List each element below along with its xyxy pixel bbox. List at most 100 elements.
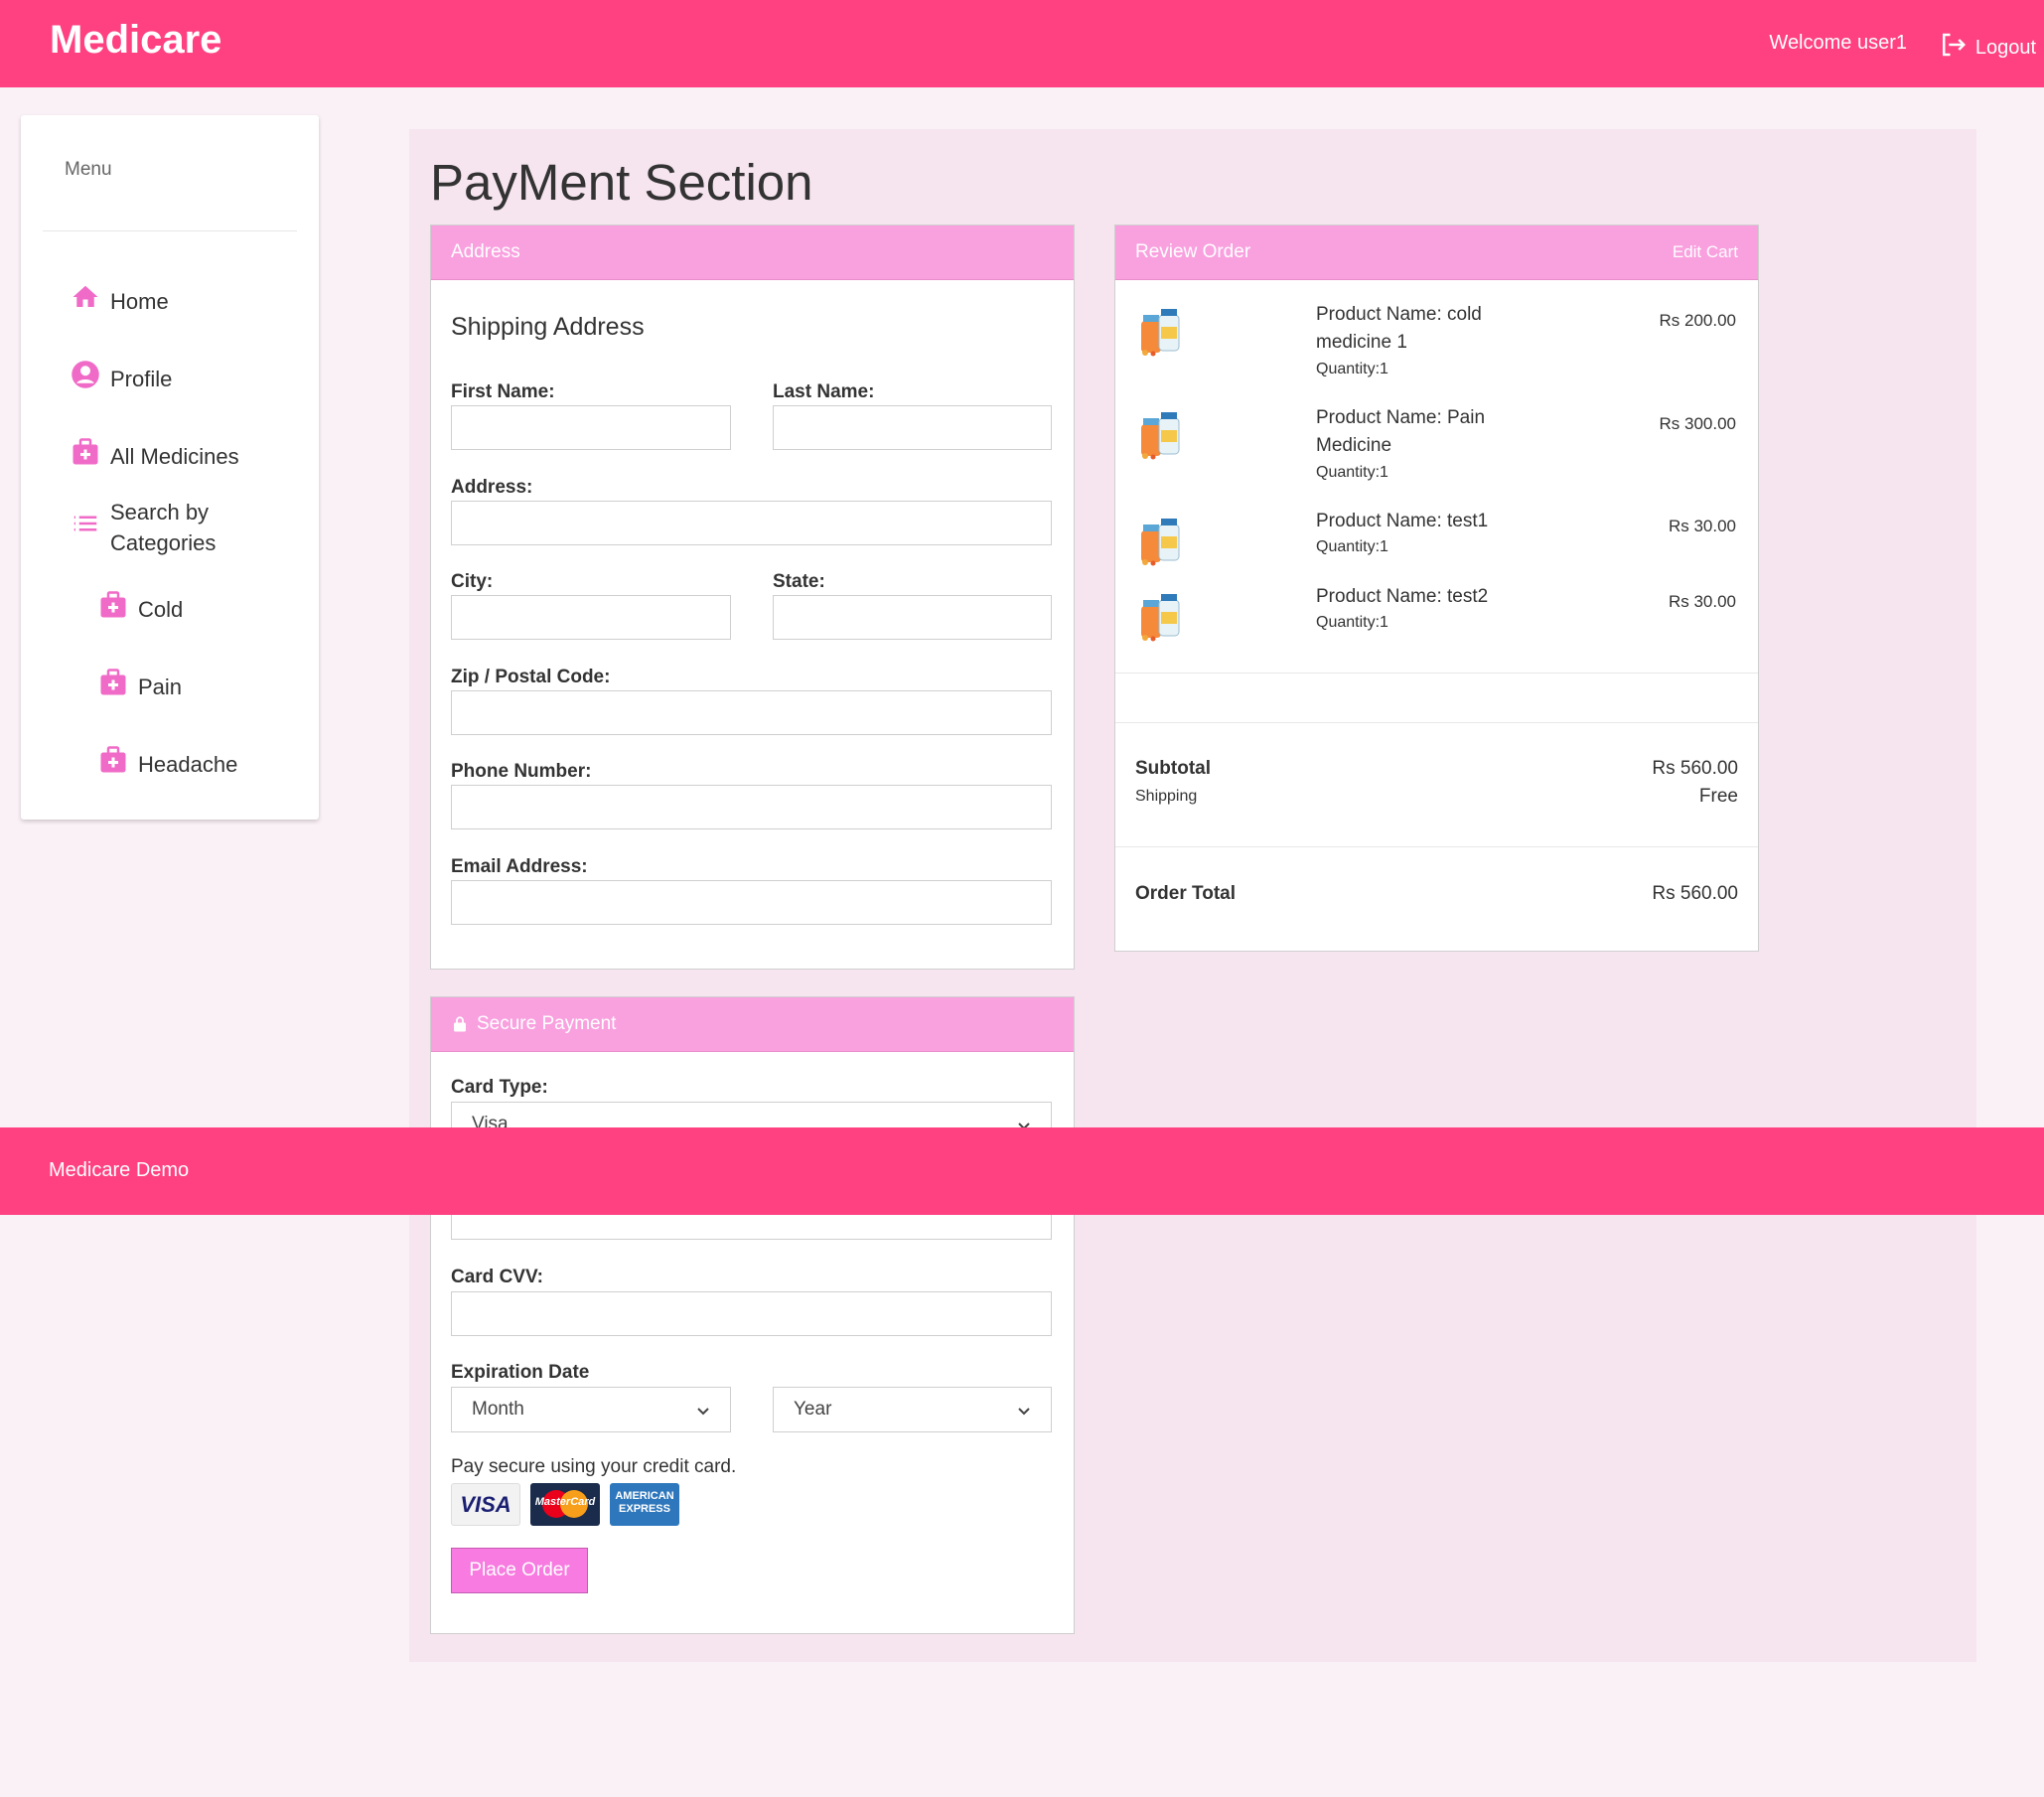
order-item: Product Name: test1 Quantity:1 Rs 30.00 (1115, 507, 1756, 566)
email-input[interactable] (451, 880, 1052, 925)
sidebar-item-profile[interactable]: Profile (71, 360, 172, 397)
email-label: Email Address: (451, 856, 588, 877)
subtotal-value: Rs 560.00 (1652, 758, 1738, 779)
amex-line-1: AMERICAN (615, 1490, 674, 1502)
sidebar-menu: Menu Home Profile All Medicines Search b… (21, 115, 319, 820)
account-circle-icon (71, 360, 100, 397)
order-item: Product Name: test2 Quantity:1 Rs 30.00 (1115, 582, 1756, 642)
amex-line-2: EXPRESS (619, 1503, 670, 1515)
sidebar-item-pain[interactable]: Pain (98, 668, 182, 705)
medicine-bottle-icon (1135, 305, 1187, 357)
divider (1115, 846, 1758, 847)
place-order-button[interactable]: Place Order (451, 1548, 588, 1593)
secure-payment-header: Secure Payment (431, 997, 1074, 1052)
medicine-bottle-icon (1135, 408, 1187, 460)
product-quantity: Quantity:1 (1316, 538, 1388, 555)
first-name-label: First Name: (451, 381, 555, 402)
visa-logo-icon: VISA (451, 1483, 520, 1526)
address-card: Address Shipping Address First Name: Las… (430, 225, 1075, 970)
list-icon (71, 509, 100, 546)
medical-bag-icon (98, 590, 128, 628)
state-label: State: (773, 571, 825, 592)
divider (1115, 673, 1758, 674)
chevron-down-icon (696, 1403, 710, 1417)
sidebar-item-label: All Medicines (110, 443, 239, 469)
review-order-header: Review Order Edit Cart (1115, 225, 1758, 280)
first-name-input[interactable] (451, 405, 731, 450)
divider (1115, 722, 1758, 723)
last-name-label: Last Name: (773, 381, 875, 402)
product-name: Product Name: test1 (1316, 511, 1489, 531)
card-cvv-input[interactable] (451, 1291, 1052, 1336)
month-select[interactable]: Month (451, 1387, 731, 1432)
sidebar-item-cold[interactable]: Cold (98, 590, 183, 628)
order-total-value: Rs 560.00 (1652, 883, 1738, 904)
logout-icon (1938, 30, 1968, 66)
product-price: Rs 300.00 (1659, 414, 1737, 433)
brand-title[interactable]: Medicare (50, 18, 221, 63)
edit-cart-link[interactable]: Edit Cart (1673, 242, 1738, 262)
sidebar-item-label: Headache (138, 751, 238, 777)
sidebar-item-label: Home (110, 288, 169, 314)
card-type-label: Card Type: (451, 1077, 548, 1098)
product-quantity: Quantity:1 (1316, 361, 1388, 377)
subtotal-label: Subtotal (1135, 758, 1211, 779)
chevron-down-icon (1017, 1403, 1031, 1417)
shipping-address-title: Shipping Address (451, 313, 645, 341)
city-input[interactable] (451, 595, 731, 640)
lock-icon (451, 1015, 469, 1033)
sidebar-item-all-medicines[interactable]: All Medicines (71, 437, 239, 475)
sidebar-item-label: Profile (110, 366, 173, 391)
secure-payment-card: Secure Payment Card Type: Visa Card CVV:… (430, 996, 1075, 1634)
product-name: Product Name: test2 (1316, 586, 1489, 607)
payment-note: Pay secure using your credit card. (451, 1456, 737, 1477)
month-value: Month (472, 1399, 524, 1420)
sidebar-item-label: Search by Categories (110, 500, 217, 555)
shipping-value: Free (1698, 786, 1738, 807)
phone-label: Phone Number: (451, 761, 592, 782)
main-content: PayMent Section Address Shipping Address… (409, 129, 1976, 1662)
sidebar-item-label: Pain (138, 674, 183, 699)
product-quantity: Quantity:1 (1316, 614, 1388, 631)
menu-title: Menu (65, 159, 112, 180)
mastercard-logo-text: MasterCard (534, 1496, 596, 1508)
logout-label: Logout (1974, 36, 2036, 59)
medicine-bottle-icon (1135, 590, 1187, 642)
medical-bag-icon (71, 437, 100, 475)
sidebar-item-headache[interactable]: Headache (98, 745, 237, 783)
zip-label: Zip / Postal Code: (451, 667, 611, 687)
product-price: Rs 200.00 (1659, 311, 1737, 330)
card-cvv-label: Card CVV: (451, 1267, 543, 1287)
product-name: Product Name: cold medicine 1 (1316, 304, 1482, 353)
order-total-label: Order Total (1135, 883, 1236, 904)
menu-divider (43, 230, 297, 231)
sidebar-item-home[interactable]: Home (71, 282, 169, 320)
order-item: Product Name: cold medicine 1 Quantity:1… (1115, 301, 1756, 390)
zip-input[interactable] (451, 690, 1052, 735)
address-label: Address: (451, 477, 533, 498)
state-input[interactable] (773, 595, 1052, 640)
sidebar-item-label: Cold (138, 596, 184, 622)
phone-input[interactable] (451, 785, 1052, 829)
page-title: PayMent Section (430, 154, 813, 211)
address-card-header: Address (431, 225, 1074, 280)
address-card-title: Address (451, 241, 520, 262)
product-price: Rs 30.00 (1668, 517, 1736, 535)
address-input[interactable] (451, 501, 1052, 545)
medicine-bottle-icon (1135, 515, 1187, 566)
product-name: Product Name: Pain Medicine (1316, 407, 1486, 456)
mastercard-logo-icon: MasterCard (530, 1483, 600, 1526)
last-name-input[interactable] (773, 405, 1052, 450)
amex-logo-icon: AMERICAN EXPRESS (610, 1483, 679, 1526)
review-order-title: Review Order (1135, 241, 1251, 262)
welcome-text: Welcome user1 (1769, 32, 1907, 54)
footer-text: Medicare Demo (49, 1159, 190, 1181)
sidebar-item-search-by-categories[interactable]: Search by Categories (71, 497, 269, 558)
year-select[interactable]: Year (773, 1387, 1052, 1432)
city-label: City: (451, 571, 494, 592)
medical-bag-icon (98, 668, 128, 705)
footer-bar: Medicare Demo (0, 1127, 2044, 1215)
logout-button[interactable]: Logout (1938, 30, 2036, 66)
home-icon (71, 282, 100, 320)
order-item: Product Name: Pain Medicine Quantity:1 R… (1115, 404, 1756, 494)
